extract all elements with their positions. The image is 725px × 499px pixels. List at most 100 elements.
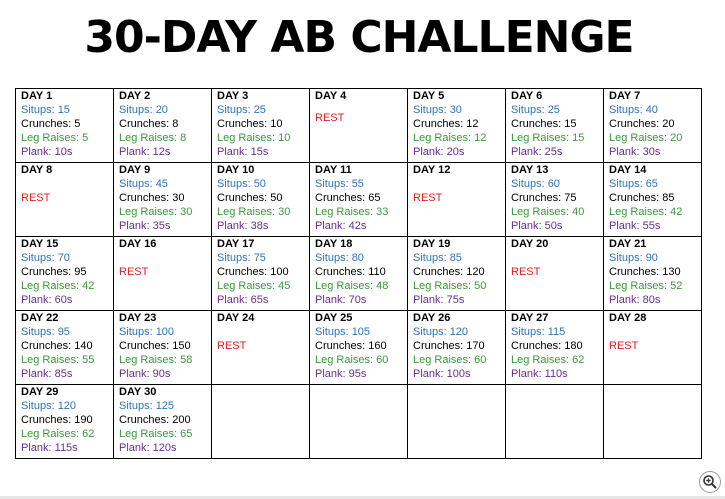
crunches-line: Crunches: 10	[217, 117, 309, 131]
week-row: DAY 1 Situps: 15 Crunches: 5 Leg Raises: 5P…	[15, 88, 702, 163]
situps-value: 40	[645, 104, 658, 116]
day-label: DAY 20	[511, 238, 549, 250]
plank-line: Plank: 65s	[217, 293, 309, 307]
plank-label: Plank:	[119, 368, 153, 380]
situps-line: Situps: 70	[21, 251, 113, 265]
crunches-line: Crunches: 95	[21, 265, 113, 279]
day-cell: DAY 5 Situps: 30 Crunches: 12 Leg Raises: 1…	[407, 88, 506, 163]
leg-raises-value: 42	[670, 206, 683, 218]
plank-label: Plank:	[21, 294, 55, 306]
situps-value: 95	[57, 326, 70, 338]
leg-raises-label: Leg Raises:	[21, 132, 83, 144]
situps-line: Situps: 65	[609, 177, 701, 191]
crunches-value: 30	[172, 192, 185, 204]
plank-line: Plank: 75s	[413, 293, 505, 307]
situps-label: Situps:	[609, 252, 646, 264]
leg-raises-label: Leg Raises:	[217, 206, 279, 218]
situps-label: Situps:	[119, 178, 156, 190]
plank-label: Plank:	[119, 442, 153, 454]
leg-raises-value: 15	[572, 132, 585, 144]
day-cell: DAY 30 Situps: 125 Crunches: 200 Leg Raises…	[113, 384, 212, 459]
situps-value: 25	[253, 104, 266, 116]
situps-line: Situps: 55	[315, 177, 407, 191]
plank-value: 35s	[152, 220, 171, 232]
day-label: DAY 18	[315, 238, 353, 250]
leg-raises-line: Leg Raises: 62	[21, 427, 113, 441]
leg-raises-value: 62	[82, 428, 95, 440]
plank-line: Plank: 25s	[511, 145, 603, 159]
day-cell: DAY 13 Situps: 60 Crunches: 75 Leg Raises: …	[505, 162, 604, 237]
situps-label: Situps:	[511, 178, 548, 190]
plank-value: 120s	[152, 442, 177, 454]
situps-value: 65	[645, 178, 658, 190]
situps-line: Situps: 95	[21, 325, 113, 339]
zoom-in-icon[interactable]	[699, 471, 721, 493]
plank-label: Plank:	[21, 442, 55, 454]
leg-raises-label: Leg Raises:	[315, 354, 377, 366]
situps-label: Situps:	[609, 104, 646, 116]
leg-raises-value: 40	[572, 206, 585, 218]
situps-label: Situps:	[119, 400, 156, 412]
plank-line: Plank: 42s	[315, 219, 407, 233]
plank-label: Plank:	[413, 294, 447, 306]
crunches-value: 190	[74, 414, 93, 426]
leg-raises-line: Leg Raises: 50	[413, 279, 505, 293]
situps-value: 75	[253, 252, 266, 264]
situps-line: Situps: 100	[119, 325, 211, 339]
leg-raises-value: 60	[376, 354, 389, 366]
situps-value: 20	[155, 104, 168, 116]
crunches-line: Crunches: 75	[511, 191, 603, 205]
situps-value: 120	[57, 400, 77, 412]
plank-label: Plank:	[609, 294, 643, 306]
day-label: DAY 23	[119, 312, 157, 324]
situps-line: Situps: 125	[119, 399, 211, 413]
day-cell: DAY 3 Situps: 25 Crunches: 10 Leg Raises: 1…	[211, 88, 310, 163]
rest-label: REST	[413, 192, 443, 204]
crunches-label: Crunches:	[609, 118, 663, 130]
crunches-line: Crunches: 5	[21, 117, 113, 131]
crunches-value: 130	[662, 266, 681, 278]
plank-line: Plank: 100s	[413, 367, 505, 381]
leg-raises-line: Leg Raises: 30	[217, 205, 309, 219]
leg-raises-label: Leg Raises:	[413, 132, 475, 144]
situps-line: Situps: 20	[119, 103, 211, 117]
day-cell: DAY 14 Situps: 65 Crunches: 85 Leg Raises: …	[603, 162, 702, 237]
day-label: DAY 16	[119, 238, 157, 250]
situps-value: 15	[57, 104, 70, 116]
plank-line: Plank: 35s	[119, 219, 211, 233]
day-label: DAY 19	[413, 238, 451, 250]
situps-line: Situps: 45	[119, 177, 211, 191]
leg-raises-line: Leg Raises: 15	[511, 131, 603, 145]
plank-line: Plank: 30s	[609, 145, 701, 159]
crunches-value: 50	[270, 192, 283, 204]
leg-raises-line: Leg Raises: 52	[609, 279, 701, 293]
day-label: DAY 25	[315, 312, 353, 324]
plank-line: Plank: 110s	[511, 367, 603, 381]
leg-raises-label: Leg Raises:	[21, 280, 83, 292]
plank-value: 115s	[54, 442, 78, 454]
rest-label: REST	[21, 192, 51, 204]
crunches-line: Crunches: 140	[21, 339, 113, 353]
leg-raises-value: 58	[180, 354, 193, 366]
empty-cell	[505, 384, 604, 459]
leg-raises-label: Leg Raises:	[609, 132, 671, 144]
plank-label: Plank:	[217, 294, 251, 306]
situps-value: 120	[449, 326, 469, 338]
day-cell: DAY 29 Situps: 120 Crunches: 190 Leg Raises…	[15, 384, 114, 459]
day-label: DAY 28	[609, 312, 647, 324]
rest-label: REST	[217, 340, 247, 352]
leg-raises-label: Leg Raises:	[217, 132, 279, 144]
crunches-value: 110	[368, 266, 386, 278]
crunches-label: Crunches:	[217, 118, 271, 130]
leg-raises-label: Leg Raises:	[511, 206, 573, 218]
crunches-value: 75	[564, 192, 577, 204]
situps-value: 30	[449, 104, 462, 116]
leg-raises-label: Leg Raises:	[511, 132, 573, 144]
leg-raises-value: 45	[278, 280, 291, 292]
leg-raises-label: Leg Raises:	[511, 354, 573, 366]
leg-raises-value: 55	[82, 354, 95, 366]
situps-value: 70	[57, 252, 70, 264]
day-label: DAY 13	[511, 164, 549, 176]
situps-line: Situps: 120	[21, 399, 113, 413]
leg-raises-line: Leg Raises: 8	[119, 131, 211, 145]
